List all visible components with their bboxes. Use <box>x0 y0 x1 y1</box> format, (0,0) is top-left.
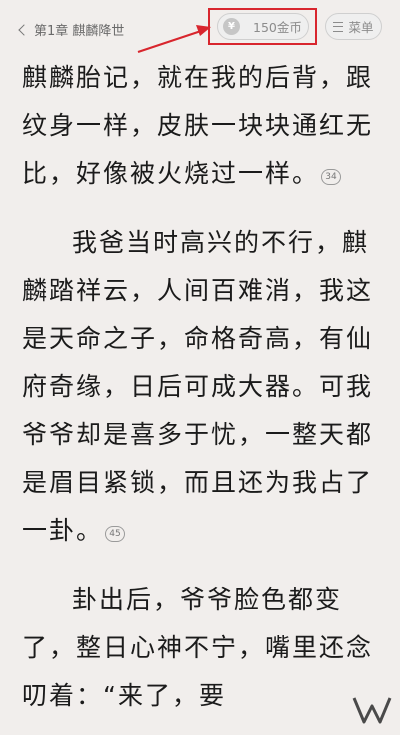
paragraph-1: 麒麟胎记，就在我的后背，跟纹身一样，皮肤一块块通红无比，好像被火烧过一样。 34 <box>22 54 390 198</box>
annotation-highlight-box <box>208 8 317 45</box>
text-line: 我爸当时高兴的不行， <box>72 228 343 257</box>
text-line: 了，整日心神不宁，嘴里还 <box>22 633 347 662</box>
paragraph-2: 我爸当时高兴的不行，麒麟踏祥云，人间百难消，我这是天命之子，命格奇高，有仙府奇缘… <box>22 219 390 555</box>
text-line: 卦出后，爷爷脸色都变 <box>72 585 343 614</box>
chapter-text: 麒麟胎记，就在我的后背，跟纹身一样，皮肤一块块通红无比，好像被火烧过一样。 34 … <box>22 54 390 720</box>
paragraph-comment-count-badge[interactable]: 34 <box>321 169 342 185</box>
back-to-chapter-button[interactable]: 第1章 麒麟降世 <box>18 18 125 40</box>
menu-button[interactable]: 菜单 <box>325 13 382 40</box>
text-line: 麒麟胎记，就在我的后背， <box>22 63 347 92</box>
watermark-logo <box>318 684 400 735</box>
chevron-left-icon <box>18 23 30 36</box>
text-line: 样。 <box>265 159 320 188</box>
reader-top-bar: 第1章 麒麟降世 ¥ 150金币 菜单 <box>0 0 400 58</box>
hamburger-menu-icon <box>333 21 344 32</box>
menu-label: 菜单 <box>348 20 374 35</box>
paragraph-comment-count-badge[interactable]: 45 <box>105 526 126 542</box>
watermark-w-icon <box>352 697 392 724</box>
chapter-title: 第1章 麒麟降世 <box>34 23 125 39</box>
